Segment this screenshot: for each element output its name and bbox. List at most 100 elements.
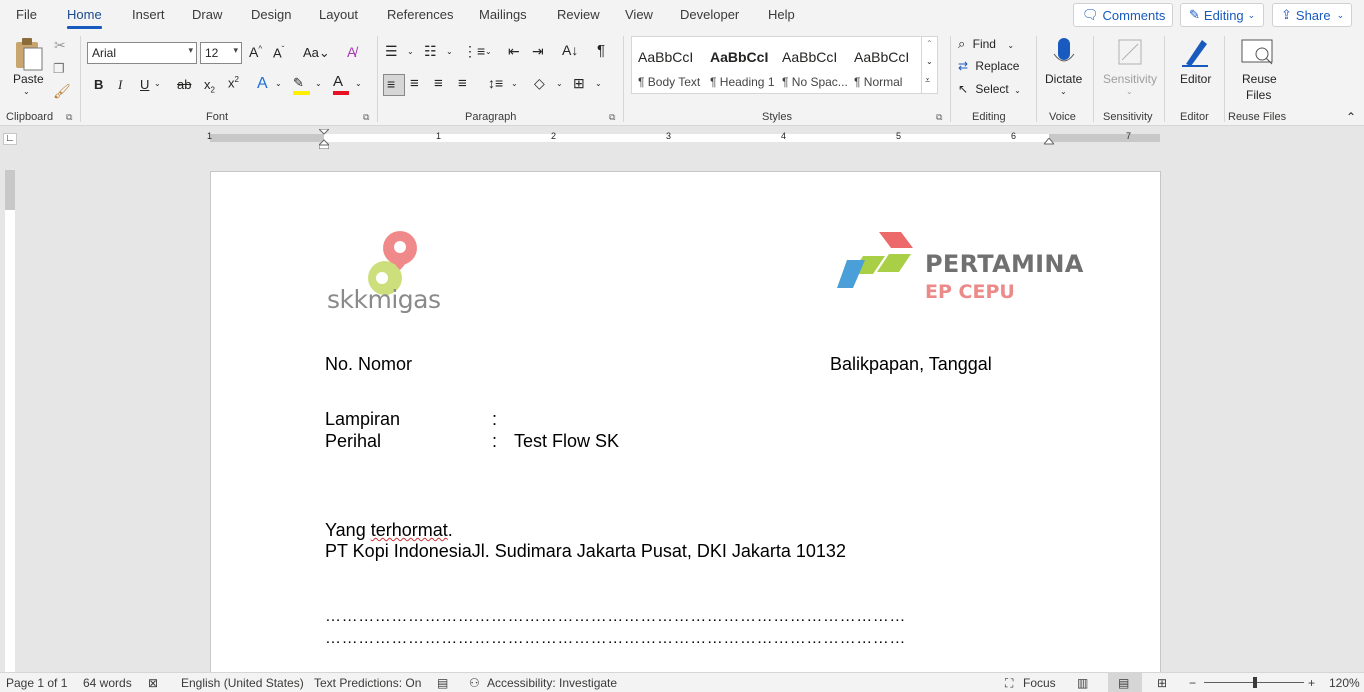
align-right-icon[interactable]: ≡: [434, 75, 443, 92]
chevron-down-icon[interactable]: ⌄: [926, 57, 933, 66]
comments-button[interactable]: 🗨 Comments: [1073, 3, 1173, 27]
sensitivity-button[interactable]: Sensitivity ⌄: [1100, 36, 1160, 106]
grow-font-icon[interactable]: A^: [249, 44, 262, 60]
tab-insert[interactable]: Insert: [132, 7, 165, 22]
borders-icon[interactable]: ⊞: [573, 75, 585, 92]
chevron-down-icon[interactable]: ⌄: [595, 79, 602, 88]
indent-marker[interactable]: [317, 128, 331, 150]
superscript-icon[interactable]: x2: [228, 75, 239, 90]
select-button[interactable]: ↖ Select ⌄: [958, 82, 1028, 100]
tab-mailings[interactable]: Mailings: [479, 7, 527, 22]
tab-design[interactable]: Design: [251, 7, 291, 22]
chevron-down-icon[interactable]: ⌄: [485, 47, 492, 56]
dialog-launcher-icon[interactable]: ⧉: [609, 112, 615, 123]
bold-icon[interactable]: B: [94, 77, 103, 92]
multilevel-list-icon[interactable]: ⋮≡: [463, 43, 485, 60]
style-body-text[interactable]: AaBbCcI ¶ Body Text: [632, 37, 704, 93]
text-predictions[interactable]: Text Predictions: On: [314, 676, 421, 690]
style-no-spacing[interactable]: AaBbCcI ¶ No Spac...: [776, 37, 848, 93]
zoom-slider-thumb[interactable]: [1253, 677, 1257, 688]
print-layout-button[interactable]: ▤: [1108, 673, 1142, 692]
replace-button[interactable]: ⇄ Replace: [958, 59, 1028, 77]
increase-indent-icon[interactable]: ⇥: [532, 43, 544, 60]
strikethrough-icon[interactable]: ab: [177, 77, 191, 92]
chevron-down-icon[interactable]: ⌄: [275, 79, 282, 88]
tab-view[interactable]: View: [625, 7, 653, 22]
share-button[interactable]: ⇪ Share ⌄: [1272, 3, 1352, 27]
shrink-font-icon[interactable]: Aˇ: [273, 45, 284, 60]
chevron-down-icon[interactable]: ⌄: [355, 79, 362, 88]
show-formatting-icon[interactable]: ¶: [597, 42, 605, 59]
misspelled-word[interactable]: terhormat: [371, 520, 448, 540]
tab-developer[interactable]: Developer: [680, 7, 739, 22]
format-painter-icon[interactable]: 🖌: [53, 83, 71, 100]
dialog-launcher-icon[interactable]: ⧉: [363, 112, 369, 123]
align-center-icon[interactable]: ≡: [410, 75, 419, 92]
find-button[interactable]: ⌕ Find ⌄: [958, 36, 1028, 54]
numbering-icon[interactable]: ☷: [424, 43, 437, 60]
editor-group-label: Editor: [1180, 111, 1209, 123]
page-count[interactable]: Page 1 of 1: [6, 676, 67, 690]
tab-selector-icon[interactable]: ∟: [3, 133, 17, 145]
chevron-down-icon[interactable]: ⌄: [446, 47, 453, 56]
zoom-out-icon[interactable]: −: [1189, 676, 1196, 690]
focus-mode[interactable]: Focus: [1023, 676, 1056, 690]
read-mode-icon[interactable]: ▥: [1077, 676, 1088, 690]
shading-icon[interactable]: ◇: [534, 75, 545, 92]
chevron-down-icon[interactable]: ⌄: [23, 87, 30, 96]
tab-review[interactable]: Review: [557, 7, 600, 22]
document-page[interactable]: skkmigas PERTAMINA EP CEPU No. Nomor Bal…: [210, 171, 1161, 681]
line-spacing-icon[interactable]: ↕≡: [488, 75, 503, 91]
font-color-icon[interactable]: A: [333, 73, 351, 95]
tab-file[interactable]: File: [16, 7, 37, 22]
zoom-in-icon[interactable]: +: [1308, 676, 1315, 690]
copy-icon[interactable]: ❐: [53, 61, 65, 77]
ruler-bar[interactable]: [210, 134, 1160, 142]
text-effects-icon[interactable]: A: [257, 75, 268, 93]
font-name-combo[interactable]: Arial ▾: [87, 42, 197, 64]
tab-draw[interactable]: Draw: [192, 7, 222, 22]
sort-icon[interactable]: A↓: [562, 42, 578, 58]
dialog-launcher-icon[interactable]: ⧉: [66, 112, 72, 123]
cut-icon[interactable]: ✂: [54, 37, 66, 54]
chevron-down-icon[interactable]: ⌄: [556, 79, 563, 88]
chevron-down-icon[interactable]: ⌄: [407, 47, 414, 56]
style-normal[interactable]: AaBbCcI ¶ Normal: [848, 37, 920, 93]
paste-button[interactable]: [12, 36, 46, 72]
editing-mode-button[interactable]: ✎ Editing ⌄: [1180, 3, 1264, 27]
chevron-down-icon[interactable]: ⌄: [511, 79, 518, 88]
accessibility-status[interactable]: Accessibility: Investigate: [487, 676, 617, 690]
chevron-down-icon[interactable]: ⌄: [154, 79, 161, 88]
editor-button[interactable]: Editor: [1172, 36, 1218, 96]
italic-icon[interactable]: I: [118, 77, 122, 93]
style-heading-1[interactable]: AaBbCcI ¶ Heading 1: [704, 37, 776, 93]
subscript-icon[interactable]: x2: [204, 77, 215, 95]
bullets-icon[interactable]: ☰: [385, 43, 398, 60]
word-count[interactable]: 64 words: [83, 676, 132, 690]
web-layout-icon[interactable]: ⊞: [1157, 676, 1167, 690]
tab-layout[interactable]: Layout: [319, 7, 358, 22]
right-indent-marker[interactable]: [1042, 135, 1056, 145]
macro-record-icon[interactable]: ▤: [437, 676, 448, 690]
tab-home[interactable]: Home: [67, 7, 102, 29]
chevron-up-icon[interactable]: ⌃: [926, 39, 933, 48]
chevron-down-icon[interactable]: ⌄: [315, 79, 322, 88]
justify-icon[interactable]: ≡: [458, 75, 467, 92]
align-left-button[interactable]: ≡: [383, 74, 405, 96]
reuse-files-button[interactable]: Reuse Files: [1232, 36, 1284, 106]
tab-references[interactable]: References: [387, 7, 453, 22]
tab-help[interactable]: Help: [768, 7, 795, 22]
zoom-level[interactable]: 120%: [1329, 676, 1360, 690]
underline-icon[interactable]: U: [140, 77, 149, 92]
change-case-icon[interactable]: Aa⌄: [303, 45, 330, 61]
collapse-ribbon-icon[interactable]: ⌃: [1346, 110, 1356, 124]
font-size-combo[interactable]: 12 ▾: [200, 42, 242, 64]
clear-formatting-icon[interactable]: A̸: [347, 44, 356, 60]
proofing-icon[interactable]: ⊠: [148, 676, 158, 690]
decrease-indent-icon[interactable]: ⇤: [508, 43, 520, 60]
dictate-button[interactable]: Dictate ⌄: [1044, 36, 1084, 106]
language[interactable]: English (United States): [181, 676, 304, 690]
highlight-icon[interactable]: ✎: [293, 75, 311, 95]
dialog-launcher-icon[interactable]: ⧉: [936, 112, 942, 123]
more-styles-icon[interactable]: ⩡: [925, 75, 930, 86]
